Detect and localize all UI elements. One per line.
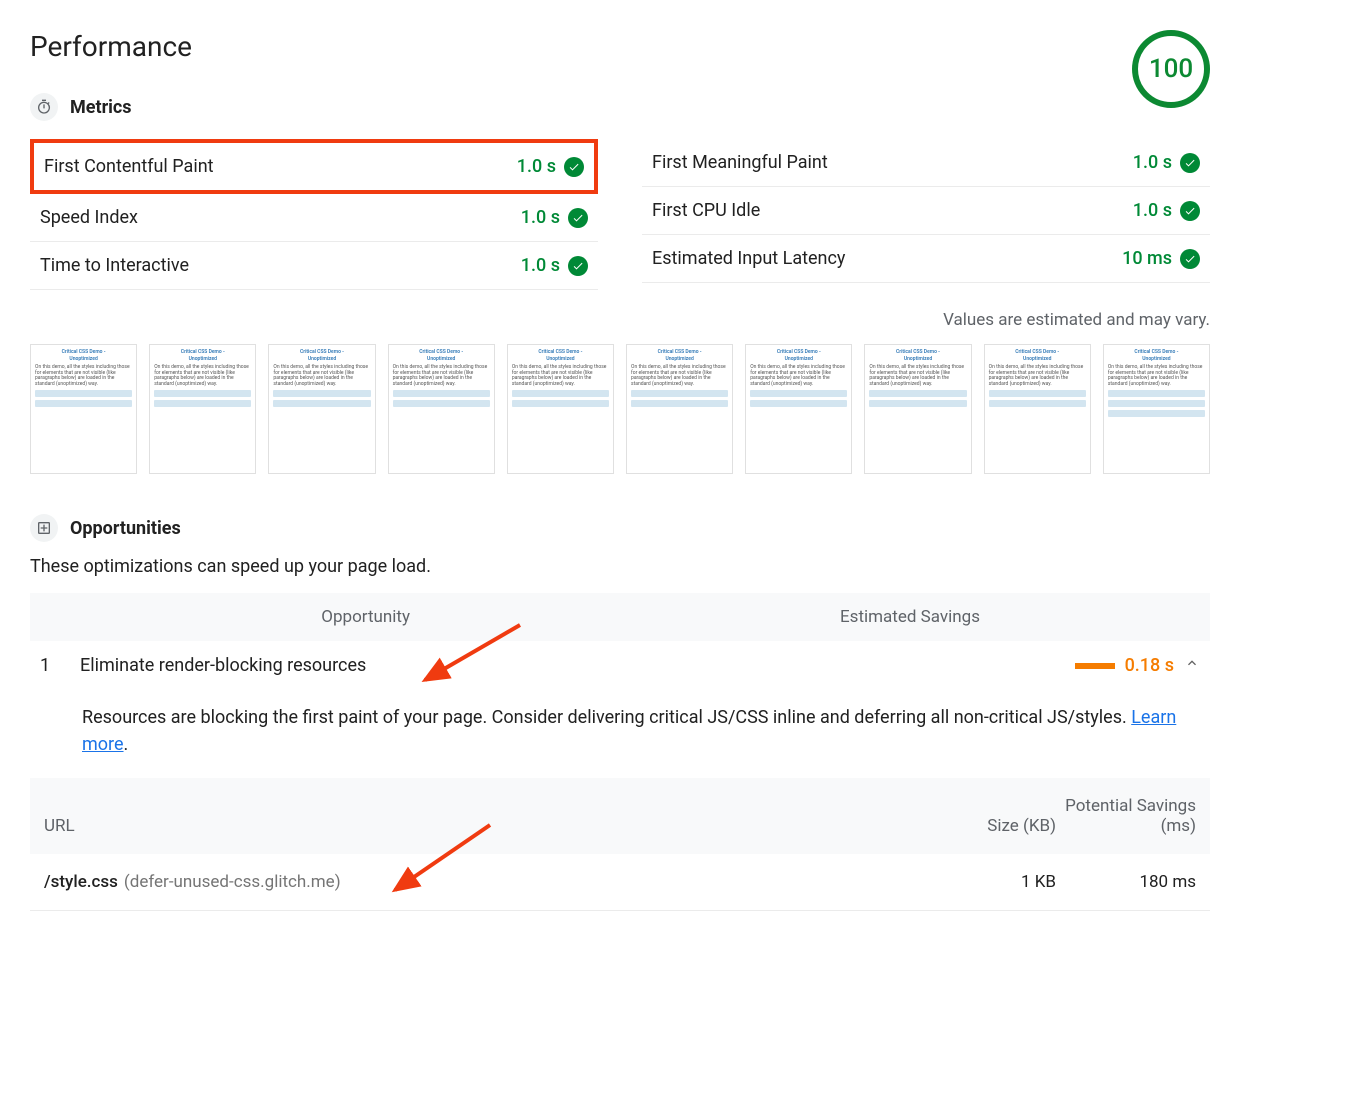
metric-value: 1.0 s [1133, 152, 1172, 173]
metric-value: 1.0 s [1133, 200, 1172, 221]
metric-label: First CPU Idle [652, 200, 760, 221]
col-potential-savings: Potential Savings (ms) [1056, 796, 1196, 836]
filmstrip-frame: Critical CSS Demo -UnoptimizedOn this de… [388, 344, 495, 474]
col-size: Size (KB) [916, 816, 1056, 836]
opportunity-time: 0.18 s [1125, 655, 1174, 676]
resource-host: (defer-unused-css.glitch.me) [124, 872, 341, 892]
col-url: URL [44, 816, 916, 836]
filmstrip-frame: Critical CSS Demo -UnoptimizedOn this de… [864, 344, 971, 474]
opportunities-table-header: Opportunity Estimated Savings [30, 593, 1210, 641]
filmstrip-frame: Critical CSS Demo -UnoptimizedOn this de… [268, 344, 375, 474]
filmstrip-frame: Critical CSS Demo -UnoptimizedOn this de… [30, 344, 137, 474]
metric-row[interactable]: First Contentful Paint 1.0 s [30, 139, 598, 194]
opportunities-icon [30, 514, 58, 542]
opportunity-detail: Resources are blocking the first paint o… [30, 690, 1210, 778]
chevron-up-icon[interactable] [1184, 655, 1200, 676]
filmstrip-frame: Critical CSS Demo -UnoptimizedOn this de… [984, 344, 1091, 474]
check-icon [564, 157, 584, 177]
metric-value: 1.0 s [517, 156, 556, 177]
metric-row[interactable]: Time to Interactive 1.0 s [30, 242, 598, 290]
col-savings: Estimated Savings [430, 607, 1190, 627]
resource-table-header: URL Size (KB) Potential Savings (ms) [30, 778, 1210, 854]
check-icon [1180, 201, 1200, 221]
metric-row[interactable]: First CPU Idle 1.0 s [642, 187, 1210, 235]
metric-label: Time to Interactive [40, 255, 189, 276]
timer-icon [30, 93, 58, 121]
filmstrip-frame: Critical CSS Demo -UnoptimizedOn this de… [149, 344, 256, 474]
opportunity-number: 1 [40, 655, 60, 676]
filmstrip: Critical CSS Demo -UnoptimizedOn this de… [30, 344, 1210, 474]
filmstrip-frame: Critical CSS Demo -UnoptimizedOn this de… [626, 344, 733, 474]
metric-label: First Meaningful Paint [652, 152, 828, 173]
metric-row[interactable]: Estimated Input Latency 10 ms [642, 235, 1210, 283]
metrics-disclaimer: Values are estimated and may vary. [30, 310, 1210, 330]
resource-row: /style.css (defer-unused-css.glitch.me) 1 … [30, 854, 1210, 911]
filmstrip-frame: Critical CSS Demo -UnoptimizedOn this de… [507, 344, 614, 474]
metric-value: 10 ms [1122, 248, 1172, 269]
opportunities-heading: Opportunities [70, 518, 181, 539]
metric-label: Estimated Input Latency [652, 248, 845, 269]
metric-row[interactable]: Speed Index 1.0 s [30, 194, 598, 242]
opportunity-name: Eliminate render-blocking resources [80, 655, 1055, 676]
check-icon [1180, 153, 1200, 173]
savings-bar [1075, 663, 1115, 669]
metrics-grid: First Contentful Paint 1.0 s Speed Index 1.… [30, 139, 1210, 290]
check-icon [568, 256, 588, 276]
resource-size: 1 KB [916, 872, 1056, 892]
metric-value: 1.0 s [521, 207, 560, 228]
metric-label: Speed Index [40, 207, 138, 228]
page-title: Performance [30, 30, 192, 63]
check-icon [1180, 249, 1200, 269]
opportunity-row[interactable]: 1 Eliminate render-blocking resources 0.18… [30, 641, 1210, 690]
metric-label: First Contentful Paint [44, 156, 214, 177]
check-icon [568, 208, 588, 228]
opportunities-description: These optimizations can speed up your pa… [30, 556, 1210, 577]
metric-row[interactable]: First Meaningful Paint 1.0 s [642, 139, 1210, 187]
resource-path: /style.css [44, 872, 118, 892]
filmstrip-frame: Critical CSS Demo -UnoptimizedOn this de… [1103, 344, 1210, 474]
learn-more-link[interactable]: Learn more [82, 707, 1176, 755]
metric-value: 1.0 s [521, 255, 560, 276]
metrics-heading: Metrics [70, 97, 132, 118]
col-opportunity: Opportunity [50, 607, 430, 627]
performance-score: 100 [1132, 30, 1210, 108]
resource-savings: 180 ms [1056, 872, 1196, 892]
filmstrip-frame: Critical CSS Demo -UnoptimizedOn this de… [745, 344, 852, 474]
